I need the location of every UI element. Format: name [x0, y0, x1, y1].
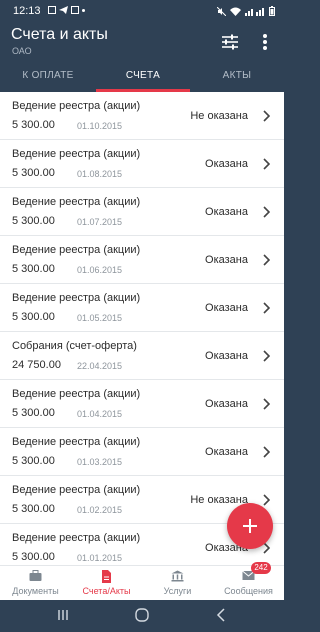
chevron-right-icon [263, 302, 270, 314]
nav-services[interactable]: Услуги [142, 566, 213, 600]
system-icons [217, 6, 275, 16]
invoice-amount: 5 300.00 [12, 263, 55, 275]
document-icon [102, 570, 111, 583]
invoice-row[interactable]: Ведение реестра (акции) 5 300.00 01.04.201… [0, 380, 284, 428]
invoice-status: Оказана [205, 158, 248, 170]
invoice-row[interactable]: Собрания (счет-оферта) 24 750.00 22.04.201… [0, 332, 284, 380]
invoice-amount: 5 300.00 [12, 503, 55, 515]
chevron-right-icon [263, 254, 270, 266]
mute-icon [217, 6, 226, 16]
page-title: Счета и акты [11, 26, 108, 43]
system-navigation-bar [0, 600, 287, 632]
bank-icon [171, 570, 184, 582]
invoice-name: Ведение реестра (акции) [12, 484, 141, 496]
add-button[interactable] [227, 503, 273, 549]
chevron-right-icon [263, 110, 270, 122]
invoice-row[interactable]: Ведение реестра (акции) 5 300.00 01.05.201… [0, 284, 284, 332]
invoice-date: 01.02.2015 [77, 505, 123, 515]
invoice-name: Ведение реестра (акции) [12, 196, 141, 208]
nav-messages[interactable]: 242 Сообщения [213, 562, 284, 600]
battery-icon [269, 6, 275, 16]
invoice-name: Ведение реестра (акции) [12, 100, 141, 112]
invoice-date: 01.10.2015 [77, 121, 123, 131]
invoice-row[interactable]: Ведение реестра (акции) 5 300.00 01.10.201… [0, 92, 284, 140]
nav-documents-label: Документы [12, 586, 59, 596]
invoice-date: 01.03.2015 [77, 457, 123, 467]
gallery-icon [48, 6, 56, 14]
messages-badge: 242 [251, 562, 271, 574]
tab-bar: К ОПЛАТЕ СЧЕТА АКТЫ [0, 62, 287, 92]
filter-button[interactable] [221, 33, 239, 51]
invoice-status: Оказана [205, 302, 248, 314]
status-time: 12:13 [13, 5, 41, 17]
status-bar: 12:13 [0, 0, 287, 22]
invoice-name: Ведение реестра (акции) [12, 436, 141, 448]
chevron-right-icon [263, 398, 270, 410]
invoice-row[interactable]: Ведение реестра (акции) 5 300.00 01.03.201… [0, 428, 284, 476]
invoice-amount: 5 300.00 [12, 551, 55, 563]
tab-acts[interactable]: АКТЫ [190, 62, 284, 92]
invoice-name: Ведение реестра (акции) [12, 292, 141, 304]
tab-invoices[interactable]: СЧЕТА [96, 62, 190, 92]
chevron-right-icon [263, 446, 270, 458]
chevron-right-icon [263, 350, 270, 362]
invoice-name: Ведение реестра (акции) [12, 148, 141, 160]
invoice-amount: 5 300.00 [12, 167, 55, 179]
more-options-button[interactable] [258, 33, 272, 51]
invoice-date: 01.04.2015 [77, 409, 123, 419]
plus-icon [243, 519, 257, 533]
app-icon [71, 6, 79, 14]
invoice-status: Оказана [205, 206, 248, 218]
invoice-amount: 5 300.00 [12, 407, 55, 419]
nav-invoices-label: Счета/Акты [82, 586, 131, 596]
more-notifications-icon [82, 8, 85, 12]
invoice-name: Собрания (счет-оферта) [12, 340, 137, 352]
invoice-name: Ведение реестра (акции) [12, 388, 141, 400]
invoice-status: Оказана [205, 446, 248, 458]
invoice-date: 22.04.2015 [77, 361, 123, 371]
invoice-row[interactable]: Ведение реестра (акции) 5 300.00 01.08.201… [0, 140, 284, 188]
home-icon[interactable] [135, 608, 149, 622]
invoice-amount: 5 300.00 [12, 311, 55, 323]
chevron-right-icon [263, 206, 270, 218]
invoice-date: 01.05.2015 [77, 313, 123, 323]
invoice-date: 01.06.2015 [77, 265, 123, 275]
invoice-amount: 5 300.00 [12, 119, 55, 131]
nav-invoices[interactable]: Счета/Акты [71, 566, 142, 600]
invoice-status: Оказана [205, 254, 248, 266]
invoice-date: 01.07.2015 [77, 217, 123, 227]
chevron-right-icon [263, 158, 270, 170]
nav-documents[interactable]: Документы [0, 566, 71, 600]
invoice-amount: 5 300.00 [12, 455, 55, 467]
app-bar: Счета и акты ОАО [0, 22, 287, 62]
briefcase-icon [29, 570, 42, 581]
nav-services-label: Услуги [163, 586, 192, 596]
scroll-edge [284, 92, 287, 600]
back-icon[interactable] [216, 608, 226, 622]
invoice-status: Не оказана [190, 110, 248, 122]
invoice-date: 01.08.2015 [77, 169, 123, 179]
telegram-icon [59, 6, 68, 14]
invoice-name: Ведение реестра (акции) [12, 532, 141, 544]
invoice-row[interactable]: Ведение реестра (акции) 5 300.00 01.06.201… [0, 236, 284, 284]
tab-to-pay[interactable]: К ОПЛАТЕ [0, 62, 96, 92]
invoice-amount: 5 300.00 [12, 215, 55, 227]
signal-icon [245, 7, 264, 16]
invoice-name: Ведение реестра (акции) [12, 244, 141, 256]
page-subtitle: ОАО [12, 46, 32, 56]
invoice-date: 01.01.2015 [77, 553, 123, 563]
wifi-icon [230, 7, 241, 16]
invoice-row[interactable]: Ведение реестра (акции) 5 300.00 01.07.201… [0, 188, 284, 236]
bottom-navigation: Документы Счета/Акты Услуги 242 Сообщени… [0, 562, 284, 600]
invoice-list[interactable]: Ведение реестра (акции) 5 300.00 01.10.201… [0, 92, 284, 565]
nav-messages-label: Сообщения [224, 586, 273, 596]
invoice-status: Оказана [205, 350, 248, 362]
invoice-status: Оказана [205, 398, 248, 410]
invoice-amount: 24 750.00 [12, 359, 61, 371]
notification-icons [48, 6, 85, 14]
recent-apps-icon[interactable] [57, 608, 69, 622]
